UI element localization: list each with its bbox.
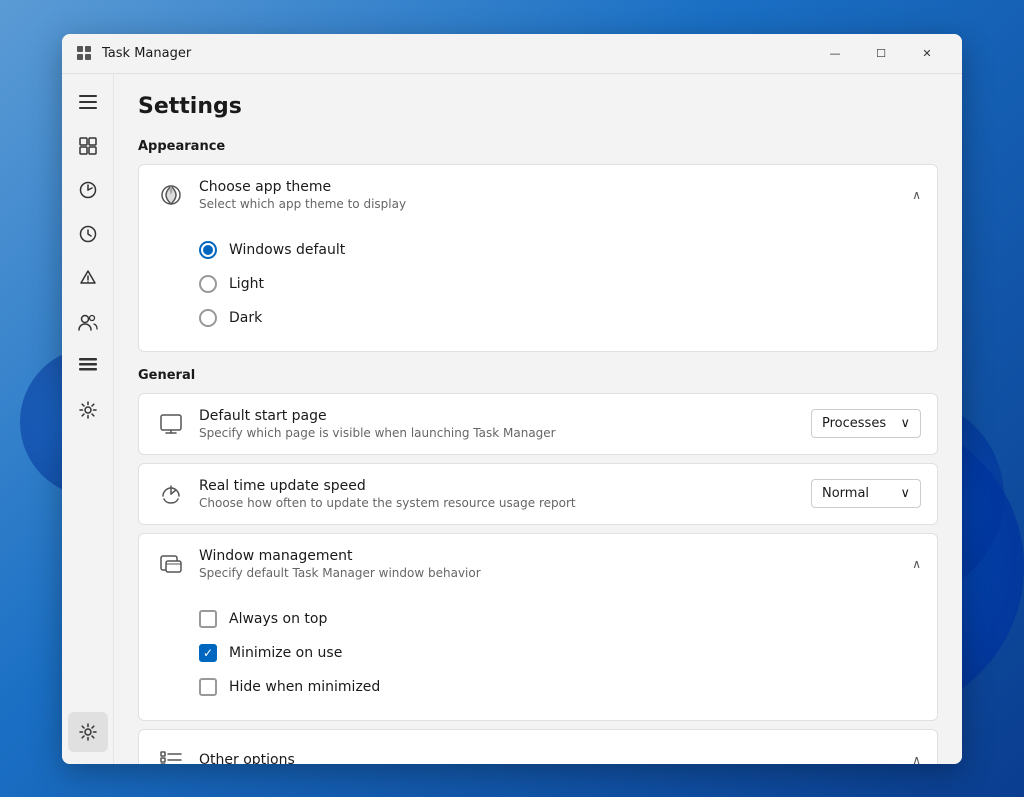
radio-light[interactable] (199, 275, 217, 293)
radio-dark[interactable] (199, 309, 217, 327)
update-speed-dropdown-container: Normal ∨ (811, 479, 921, 508)
window-title: Task Manager (102, 46, 812, 61)
start-page-dropdown-value: Processes (822, 416, 886, 431)
update-speed-title: Real time update speed (199, 478, 811, 494)
update-speed-dropdown-value: Normal (822, 486, 869, 501)
window-mgmt-text: Window management Specify default Task M… (199, 548, 912, 580)
window-mgmt-subtitle: Specify default Task Manager window beha… (199, 566, 912, 580)
theme-radio-group: Windows default Light Dark (139, 225, 937, 351)
other-options-card-header[interactable]: Other options ∧ (139, 730, 937, 764)
sidebar (62, 74, 114, 764)
app-icon (74, 43, 94, 63)
start-page-card: Default start page Specify which page is… (138, 393, 938, 455)
theme-chevron-icon: ∧ (912, 188, 921, 202)
sidebar-item-users[interactable] (68, 302, 108, 342)
theme-card-action: ∧ (912, 188, 921, 202)
checkbox-hide-when-minimized[interactable]: Hide when minimized (199, 670, 921, 704)
window-controls: — ☐ ✕ (812, 38, 950, 68)
theme-option-light[interactable]: Light (199, 267, 921, 301)
other-options-icon (155, 744, 187, 764)
radio-windows-default[interactable] (199, 241, 217, 259)
other-options-text: Other options (199, 752, 912, 764)
sidebar-item-startup[interactable] (68, 258, 108, 298)
start-page-card-header: Default start page Specify which page is… (139, 394, 937, 454)
start-page-subtitle: Specify which page is visible when launc… (199, 426, 811, 440)
window-mgmt-chevron-icon: ∧ (912, 557, 921, 571)
start-page-dropdown[interactable]: Processes ∨ (811, 409, 921, 438)
appearance-section-label: Appearance (138, 139, 938, 154)
theme-card-title: Choose app theme (199, 179, 912, 195)
sidebar-item-processes[interactable] (68, 126, 108, 166)
theme-card: Choose app theme Select which app theme … (138, 164, 938, 352)
page-title: Settings (138, 94, 938, 119)
checkbox-always-on-top[interactable]: Always on top (199, 602, 921, 636)
theme-icon (155, 179, 187, 211)
other-options-card: Other options ∧ (138, 729, 938, 764)
sidebar-item-performance[interactable] (68, 170, 108, 210)
window-mgmt-card: Window management Specify default Task M… (138, 533, 938, 721)
start-page-icon (155, 408, 187, 440)
start-page-title: Default start page (199, 408, 811, 424)
sidebar-item-history[interactable] (68, 214, 108, 254)
other-options-title: Other options (199, 752, 912, 764)
minimize-button[interactable]: — (812, 38, 858, 68)
window-mgmt-checkbox-group: Always on top Minimize on use Hide when … (139, 594, 937, 720)
checkbox-minimize-on-use-input[interactable] (199, 644, 217, 662)
task-manager-window: Task Manager — ☐ ✕ (62, 34, 962, 764)
theme-option-dark[interactable]: Dark (199, 301, 921, 335)
sidebar-item-settings[interactable] (68, 712, 108, 752)
update-speed-icon (155, 478, 187, 510)
sidebar-item-details[interactable] (68, 346, 108, 386)
main-content: Settings Appearance Choose app theme Sel… (62, 74, 962, 764)
checkbox-minimize-on-use[interactable]: Minimize on use (199, 636, 921, 670)
checkbox-always-on-top-input[interactable] (199, 610, 217, 628)
start-page-text: Default start page Specify which page is… (199, 408, 811, 440)
checkbox-label-hide-when-minimized: Hide when minimized (229, 679, 380, 695)
close-button[interactable]: ✕ (904, 38, 950, 68)
update-speed-dropdown[interactable]: Normal ∨ (811, 479, 921, 508)
theme-label-windows-default: Windows default (229, 242, 345, 258)
titlebar: Task Manager — ☐ ✕ (62, 34, 962, 74)
theme-card-header[interactable]: Choose app theme Select which app theme … (139, 165, 937, 225)
window-mgmt-card-header[interactable]: Window management Specify default Task M… (139, 534, 937, 594)
settings-page: Settings Appearance Choose app theme Sel… (114, 74, 962, 764)
general-section-label: General (138, 368, 938, 383)
start-page-dropdown-container: Processes ∨ (811, 409, 921, 438)
theme-card-subtitle: Select which app theme to display (199, 197, 912, 211)
theme-label-dark: Dark (229, 310, 262, 326)
checkbox-label-always-on-top: Always on top (229, 611, 327, 627)
checkbox-hide-when-minimized-input[interactable] (199, 678, 217, 696)
theme-label-light: Light (229, 276, 264, 292)
update-speed-card-header: Real time update speed Choose how often … (139, 464, 937, 524)
window-mgmt-action: ∧ (912, 557, 921, 571)
window-mgmt-icon (155, 548, 187, 580)
update-speed-text: Real time update speed Choose how often … (199, 478, 811, 510)
window-mgmt-title: Window management (199, 548, 912, 564)
start-page-dropdown-arrow: ∨ (900, 416, 910, 431)
theme-option-windows-default[interactable]: Windows default (199, 233, 921, 267)
theme-card-text: Choose app theme Select which app theme … (199, 179, 912, 211)
update-speed-dropdown-arrow: ∨ (900, 486, 910, 501)
maximize-button[interactable]: ☐ (858, 38, 904, 68)
other-options-chevron-icon: ∧ (912, 753, 921, 764)
update-speed-subtitle: Choose how often to update the system re… (199, 496, 811, 510)
update-speed-card: Real time update speed Choose how often … (138, 463, 938, 525)
other-options-action: ∧ (912, 753, 921, 764)
checkbox-label-minimize-on-use: Minimize on use (229, 645, 342, 661)
sidebar-item-services[interactable] (68, 390, 108, 430)
sidebar-item-menu[interactable] (68, 82, 108, 122)
